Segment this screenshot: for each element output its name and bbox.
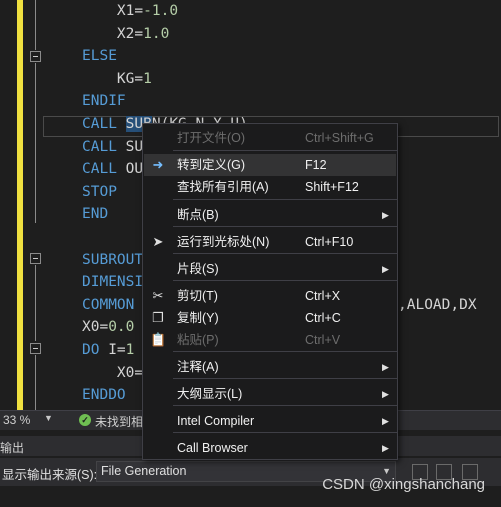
code-line: KG=1 <box>116 70 152 87</box>
menu-item-shortcut: Ctrl+X <box>305 289 341 303</box>
menu-item[interactable]: Call Browser ▶ <box>144 437 396 459</box>
code-line: X1=-1.0 <box>116 3 179 19</box>
menu-item[interactable]: ✂ 剪切(T) Ctrl+X <box>144 285 396 307</box>
menu-item[interactable]: ❐ 复制(Y) Ctrl+C <box>144 307 396 329</box>
chevron-right-icon: ▶ <box>382 416 389 426</box>
menu-item: 打开文件(O) Ctrl+Shift+G <box>144 127 396 149</box>
menu-item-label: 断点(B) <box>177 208 219 222</box>
menu-item-label: 片段(S) <box>177 262 219 276</box>
menu-item-shortcut: Ctrl+V <box>305 333 341 347</box>
menu-item[interactable]: 片段(S) ▶ <box>144 258 396 280</box>
menu-item-label: Call Browser <box>177 441 248 455</box>
fold-guide <box>35 63 36 223</box>
scissors-icon: ✂ <box>152 288 164 303</box>
fold-guide <box>35 265 36 341</box>
menu-item: 📋 粘贴(P) Ctrl+V <box>144 329 396 351</box>
menu-item-shortcut: Ctrl+C <box>305 311 341 325</box>
chevron-right-icon: ▶ <box>382 443 389 453</box>
watermark: CSDN @xingshanchang <box>322 476 485 493</box>
menu-separator <box>173 226 397 227</box>
chevron-right-icon: ▶ <box>382 389 389 399</box>
chevron-right-icon: ▶ <box>382 264 389 274</box>
check-circle-icon: ✓ <box>79 414 91 426</box>
menu-item-label: Intel Compiler <box>177 414 255 428</box>
output-panel-title: 输出 <box>0 441 25 455</box>
menu-item-label: 大纲显示(L) <box>177 387 243 401</box>
context-menu: 打开文件(O) Ctrl+Shift+G ➜ 转到定义(G) F12 查找所有引用(A) S… <box>142 123 398 460</box>
menu-item[interactable]: 大纲显示(L) ▶ <box>144 383 396 405</box>
menu-separator <box>173 351 397 352</box>
menu-item[interactable]: ➤ 运行到光标处(N) Ctrl+F10 <box>144 231 396 253</box>
code-line: ENDIF <box>82 93 126 110</box>
code-line: END <box>82 206 109 223</box>
menu-item-label: 查找所有引用(A) <box>177 180 269 194</box>
fold-guide <box>35 0 36 50</box>
paste-icon: 📋 <box>150 332 167 347</box>
menu-item-shortcut: Shift+F12 <box>305 180 359 194</box>
menu-item-label: 运行到光标处(N) <box>177 235 270 249</box>
menu-item-shortcut: Ctrl+F10 <box>305 235 354 249</box>
fold-toggle-icon[interactable] <box>30 253 41 264</box>
menu-item-label: 剪切(T) <box>177 289 218 303</box>
code-line: X2=1.0 <box>116 25 170 42</box>
menu-separator <box>173 405 397 406</box>
menu-separator <box>173 378 397 379</box>
code-line: DO I=1 <box>82 342 135 358</box>
output-source-value: File Generation <box>101 464 187 478</box>
chevron-right-icon: ▶ <box>382 362 389 372</box>
menu-separator <box>173 253 397 254</box>
menu-item[interactable]: Intel Compiler ▶ <box>144 410 396 432</box>
menu-item[interactable]: 断点(B) ▶ <box>144 204 396 226</box>
code-line: X0= <box>116 364 144 381</box>
menu-item[interactable]: 查找所有引用(A) Shift+F12 <box>144 176 396 198</box>
output-source-label: 显示输出来源(S): <box>2 468 98 482</box>
fold-toggle-icon[interactable] <box>30 51 41 62</box>
menu-separator <box>173 199 397 200</box>
zoom-level[interactable]: 33 % <box>3 413 30 427</box>
menu-item-label: 打开文件(O) <box>177 131 246 145</box>
code-line: SUBROUT <box>82 251 144 268</box>
menu-item-label: 复制(Y) <box>177 311 219 325</box>
chevron-down-icon[interactable]: ▼ <box>44 413 53 423</box>
copy-icon: ❐ <box>152 310 164 325</box>
chevron-right-icon: ▶ <box>382 210 389 220</box>
goto-definition-icon: ➜ <box>152 157 164 172</box>
menu-item[interactable]: 注释(A) ▶ <box>144 356 396 378</box>
code-line: ENDDO <box>82 387 126 404</box>
menu-item-label: 注释(A) <box>177 360 219 374</box>
menu-separator <box>173 432 397 433</box>
menu-item-label: 转到定义(G) <box>177 158 246 172</box>
code-line: CALL OU <box>82 161 144 178</box>
code-line: CALL SU <box>82 138 144 155</box>
fold-guide <box>35 355 36 410</box>
menu-separator <box>173 280 397 281</box>
cursor-icon: ➤ <box>152 234 164 249</box>
code-line: DIMENSI <box>82 274 144 291</box>
code-line: X0=0.0 <box>82 319 135 336</box>
change-marker-bar <box>17 0 23 410</box>
code-fragment-right: ,ALOAD,DX <box>398 297 477 313</box>
menu-item-shortcut: Ctrl+Shift+G <box>305 131 374 145</box>
menu-item-label: 粘贴(P) <box>177 333 219 347</box>
code-line: STOP <box>82 183 117 200</box>
code-line: ELSE <box>82 48 117 65</box>
menu-item-shortcut: F12 <box>305 158 327 172</box>
fold-toggle-icon[interactable] <box>30 343 41 354</box>
menu-item[interactable]: ➜ 转到定义(G) F12 <box>144 154 396 176</box>
code-line: COMMON <box>82 296 135 313</box>
menu-separator <box>173 150 397 151</box>
